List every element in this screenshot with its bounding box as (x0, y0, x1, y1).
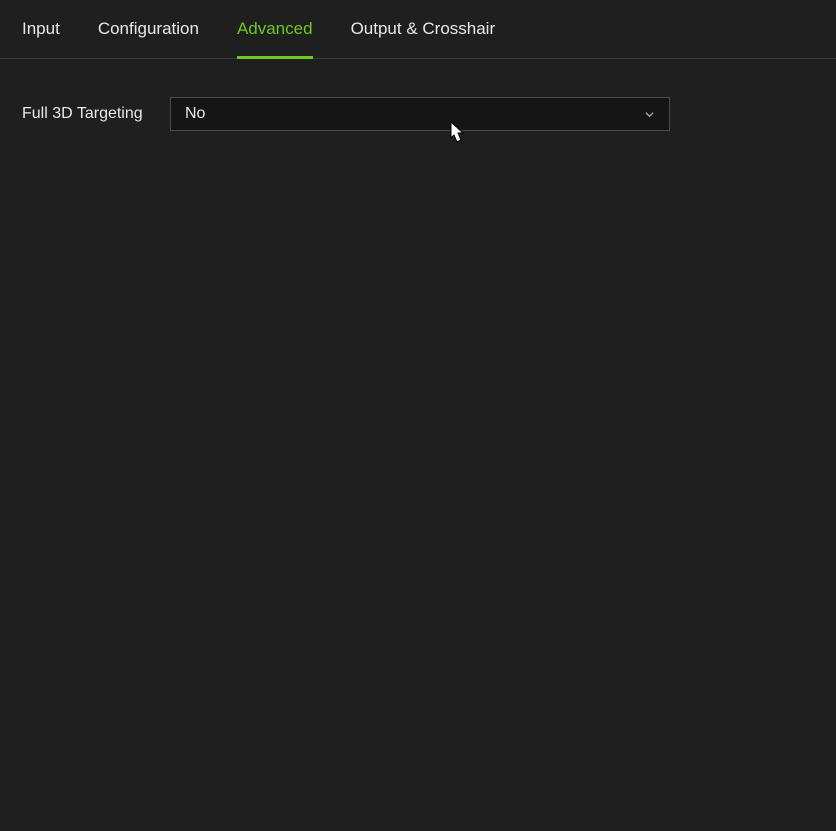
select-full-3d-targeting[interactable]: No (170, 97, 670, 131)
setting-control-col: No (170, 97, 670, 131)
tab-bar: Input Configuration Advanced Output & Cr… (0, 0, 836, 59)
setting-row-full-3d-targeting: Full 3D Targeting No (22, 97, 814, 131)
content-area: Full 3D Targeting No (0, 59, 836, 131)
chevron-down-icon (644, 109, 655, 120)
tab-input[interactable]: Input (22, 0, 60, 59)
tab-output-crosshair[interactable]: Output & Crosshair (351, 0, 496, 59)
tab-configuration[interactable]: Configuration (98, 0, 199, 59)
select-value: No (185, 105, 205, 123)
setting-label-full-3d-targeting: Full 3D Targeting (22, 97, 170, 127)
tab-advanced[interactable]: Advanced (237, 0, 313, 59)
